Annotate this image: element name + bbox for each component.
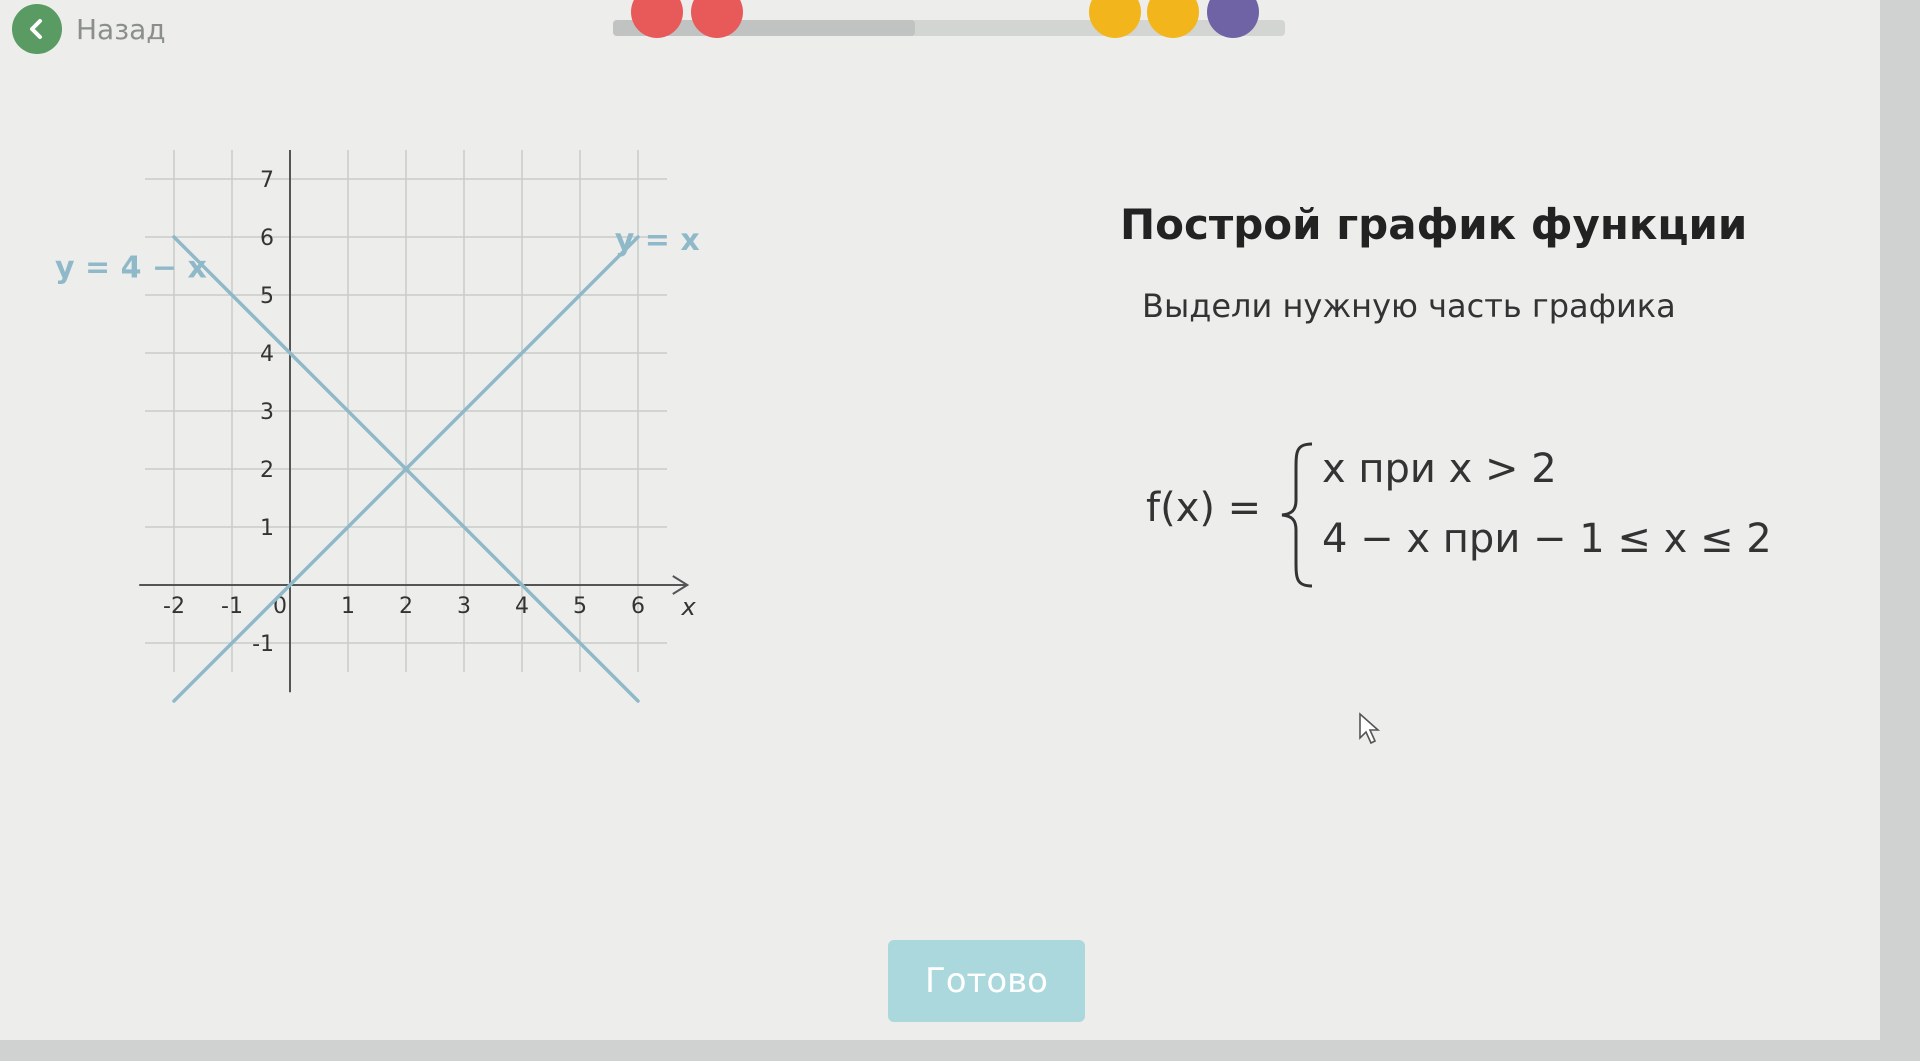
back-button[interactable]: Назад [12,4,166,54]
task-subtitle: Выдели нужную часть графика [1142,287,1676,325]
back-label: Назад [76,12,166,46]
mouse-cursor-icon [1359,712,1381,745]
piecewise-formula: f(x) = x при x > 2 4 − x при − 1 ≤ x ≤ 2 [1140,440,1772,590]
graph-area: -2-10123456-11234567xyy = xy = 4 − x [55,116,875,890]
formula-case-2: 4 − x при − 1 ≤ x ≤ 2 [1322,516,1772,562]
formula-case-1: x при x > 2 [1322,446,1557,492]
x-tick-label: -2 [163,594,185,619]
x-tick-label: 1 [341,594,355,619]
x-tick-label: 6 [631,594,645,619]
series-label-2: y = 4 − x [55,251,207,286]
formula-lhs: f(x) = [1146,485,1262,531]
x-tick-label: 3 [457,594,471,619]
y-tick-label: 4 [260,342,274,367]
back-icon [12,4,62,54]
y-tick-label: -1 [252,632,274,657]
y-tick-label: 1 [260,516,274,541]
done-button[interactable]: Готово [888,940,1085,1022]
task-title: Построй график функции [1120,200,1748,249]
y-tick-label: 6 [260,226,274,251]
y-tick-label: 2 [260,458,274,483]
function-graph[interactable]: -2-10123456-11234567xyy = xy = 4 − x [55,116,875,890]
y-tick-label: 3 [260,400,274,425]
series-label-1: y = x [615,223,700,258]
brace-icon [1281,442,1313,588]
x-tick-label: 2 [399,594,413,619]
x-tick-label: 5 [573,594,587,619]
x-tick-label: 4 [515,594,529,619]
progress-bar [613,0,1285,46]
screen: Назад -2-10123456-11234567xyy = xy = 4 −… [0,0,1880,1040]
x-tick-label: -1 [221,594,243,619]
y-tick-label: 7 [260,168,274,193]
y-tick-label: 5 [260,284,274,309]
x-axis-label: x [681,593,697,621]
